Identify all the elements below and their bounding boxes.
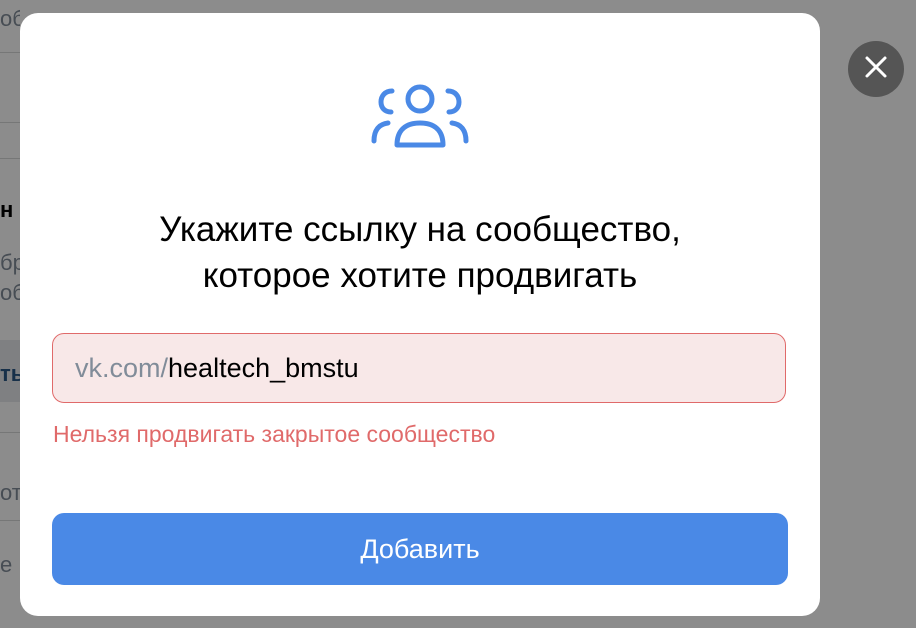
- input-value[interactable]: healtech_bmstu: [168, 353, 359, 384]
- close-button[interactable]: [848, 41, 904, 97]
- background-divider: [0, 520, 20, 521]
- background-text: н: [0, 197, 14, 222]
- input-prefix: vk.com/: [75, 352, 169, 383]
- modal-title-line: Укажите ссылку на сообщество,: [159, 210, 681, 249]
- community-link-input[interactable]: vk.com/healtech_bmstu: [52, 333, 786, 403]
- add-button[interactable]: Добавить: [52, 513, 788, 585]
- community-users-icon: [370, 83, 470, 149]
- background-text: от: [0, 480, 20, 505]
- error-message: Нельзя продвигать закрытое сообщество: [53, 421, 496, 447]
- add-community-modal: Укажите ссылку на сообщество, которое хо…: [20, 13, 820, 616]
- background-divider: [0, 122, 20, 123]
- background-divider: [0, 52, 20, 53]
- modal-title: Укажите ссылку на сообщество, которое хо…: [20, 207, 820, 299]
- modal-title-line: которое хотите продвигать: [202, 256, 638, 295]
- background-text: обт: [0, 6, 20, 31]
- close-icon: [864, 55, 888, 84]
- background-text: ть: [0, 361, 20, 386]
- background-text: е: [0, 552, 13, 577]
- background-text: об: [0, 280, 20, 305]
- add-button-label: Добавить: [360, 533, 480, 564]
- background-divider: [0, 432, 20, 433]
- background-divider: [0, 158, 20, 159]
- background-text: бр: [0, 250, 20, 275]
